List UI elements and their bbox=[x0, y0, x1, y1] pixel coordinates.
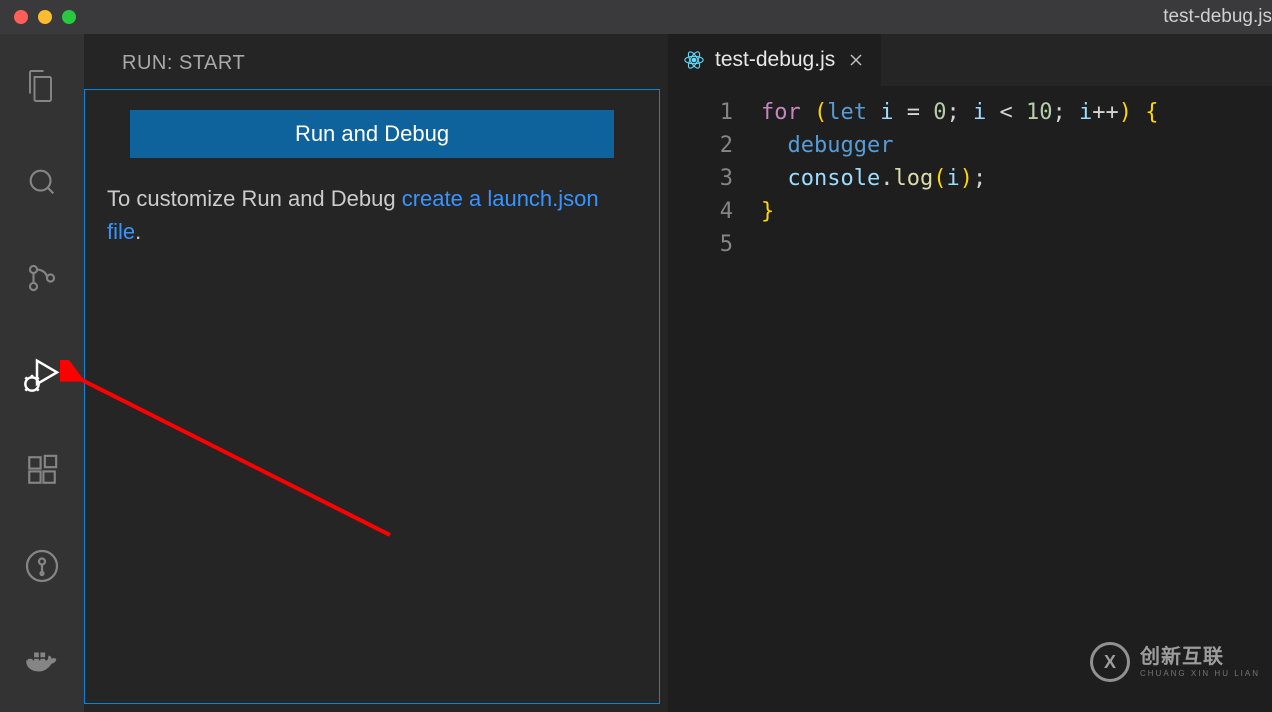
line-number: 2 bbox=[669, 129, 733, 162]
run-sidebar: RUN: START Run and Debug To customize Ru… bbox=[84, 34, 669, 712]
explorer-icon[interactable] bbox=[18, 62, 66, 110]
line-number: 1 bbox=[669, 96, 733, 129]
react-file-icon bbox=[683, 49, 705, 71]
minimize-window-button[interactable] bbox=[38, 10, 52, 24]
activity-bar bbox=[0, 34, 84, 712]
docker-icon[interactable] bbox=[18, 638, 66, 686]
run-debug-icon[interactable] bbox=[18, 350, 66, 398]
code-line[interactable]: } bbox=[761, 195, 1272, 228]
editor-area: test-debug.js 12345 for (let i = 0; i < … bbox=[669, 34, 1272, 712]
sidebar-header: RUN: START bbox=[84, 34, 668, 89]
code-line[interactable]: console.log(i); bbox=[761, 162, 1272, 195]
source-control-icon[interactable] bbox=[18, 254, 66, 302]
code-editor[interactable]: 12345 for (let i = 0; i < 10; i++) { deb… bbox=[669, 86, 1272, 712]
editor-tabs: test-debug.js bbox=[669, 34, 1272, 86]
line-number: 4 bbox=[669, 195, 733, 228]
window-title: test-debug.js bbox=[1163, 6, 1272, 28]
traffic-lights bbox=[14, 10, 76, 24]
line-number-gutter: 12345 bbox=[669, 96, 761, 712]
run-and-debug-button[interactable]: Run and Debug bbox=[130, 110, 614, 158]
watermark-sub: CHUANG XIN HU LIAN bbox=[1140, 670, 1260, 678]
sidebar-body: Run and Debug To customize Run and Debug… bbox=[84, 89, 660, 704]
tab-test-debug-js[interactable]: test-debug.js bbox=[669, 34, 881, 86]
watermark-icon: X bbox=[1090, 642, 1130, 682]
help-prefix: To customize Run and Debug bbox=[107, 186, 402, 211]
gitlens-icon[interactable] bbox=[18, 542, 66, 590]
tab-filename: test-debug.js bbox=[715, 48, 835, 72]
maximize-window-button[interactable] bbox=[62, 10, 76, 24]
extensions-icon[interactable] bbox=[18, 446, 66, 494]
line-number: 3 bbox=[669, 162, 733, 195]
search-icon[interactable] bbox=[18, 158, 66, 206]
code-lines[interactable]: for (let i = 0; i < 10; i++) { debugger … bbox=[761, 96, 1272, 712]
titlebar: test-debug.js bbox=[0, 0, 1272, 34]
code-line[interactable]: debugger bbox=[761, 129, 1272, 162]
code-line[interactable]: for (let i = 0; i < 10; i++) { bbox=[761, 96, 1272, 129]
sidebar-help-text: To customize Run and Debug create a laun… bbox=[103, 182, 641, 248]
line-number: 5 bbox=[669, 228, 733, 261]
help-suffix: . bbox=[135, 219, 141, 244]
code-line[interactable] bbox=[761, 228, 1272, 261]
close-tab-icon[interactable] bbox=[845, 49, 867, 71]
watermark: X 创新互联 CHUANG XIN HU LIAN bbox=[1090, 642, 1260, 682]
close-window-button[interactable] bbox=[14, 10, 28, 24]
watermark-main: 创新互联 bbox=[1140, 647, 1260, 667]
